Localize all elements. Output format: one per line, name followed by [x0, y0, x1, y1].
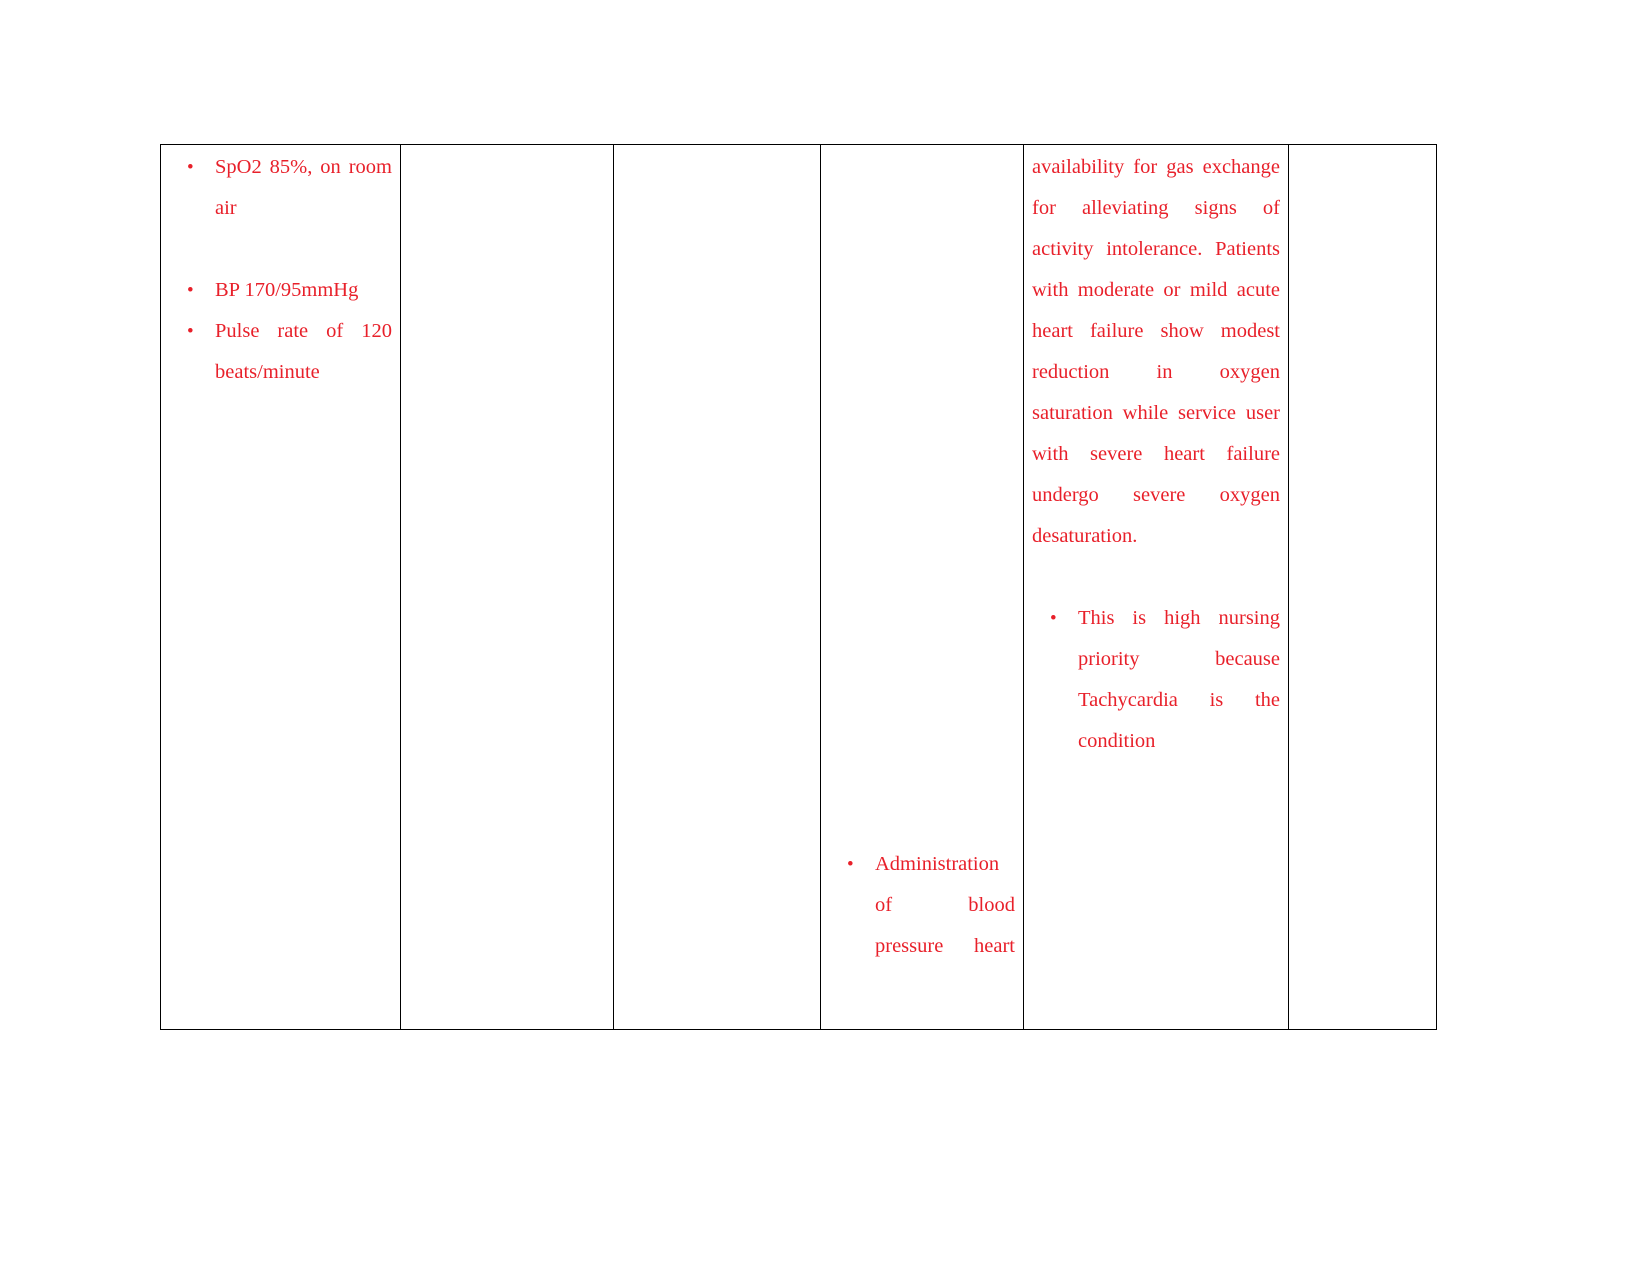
list-item: • SpO2 85%, on room air: [169, 147, 392, 270]
list-item: • This is high nursing priority because …: [1032, 598, 1280, 803]
table-row: • SpO2 85%, on room air • BP 170/95mmHg …: [160, 144, 1437, 1030]
bullet-icon: •: [847, 854, 854, 875]
care-plan-table: • SpO2 85%, on room air • BP 170/95mmHg …: [160, 144, 1437, 1030]
list-item: • BP 170/95mmHg: [169, 270, 392, 311]
list-item: • Administration of blood pressure heart: [829, 844, 1015, 1008]
rationale-continuation-text: availability for gas exchange for allevi…: [1032, 156, 1280, 547]
bullet-icon: •: [187, 157, 194, 178]
assessment-bullet-1: SpO2 85%, on room air: [215, 156, 392, 219]
bullet-icon: •: [1050, 608, 1057, 629]
intervention-bullet-1: Administration of blood pressure heart: [875, 853, 1015, 957]
cell-diagnosis: [400, 144, 614, 1030]
cell-assessment: • SpO2 85%, on room air • BP 170/95mmHg …: [160, 144, 401, 1030]
cell-evaluation: [1288, 144, 1437, 1030]
list-item: • Pulse rate of 120 beats/minute: [169, 311, 392, 434]
cell-rationale: availability for gas exchange for allevi…: [1023, 144, 1289, 1030]
bullet-icon: •: [187, 280, 194, 301]
assessment-bullet-2: BP 170/95mmHg: [215, 279, 359, 301]
cell-goal: [613, 144, 821, 1030]
assessment-bullet-3: Pulse rate of 120 beats/minute: [215, 320, 392, 383]
intervention-bullet-list: • Administration of blood pressure heart: [829, 844, 1015, 1008]
intervention-top-spacer: [829, 147, 1015, 844]
rationale-bullet-list: • This is high nursing priority because …: [1032, 598, 1280, 803]
cell-intervention: • Administration of blood pressure heart: [820, 144, 1024, 1030]
rationale-bullet-1: This is high nursing priority because Ta…: [1078, 607, 1280, 752]
document-page: • SpO2 85%, on room air • BP 170/95mmHg …: [0, 0, 1651, 1275]
assessment-bullet-list: • SpO2 85%, on room air • BP 170/95mmHg …: [169, 147, 392, 434]
bullet-icon: •: [187, 321, 194, 342]
